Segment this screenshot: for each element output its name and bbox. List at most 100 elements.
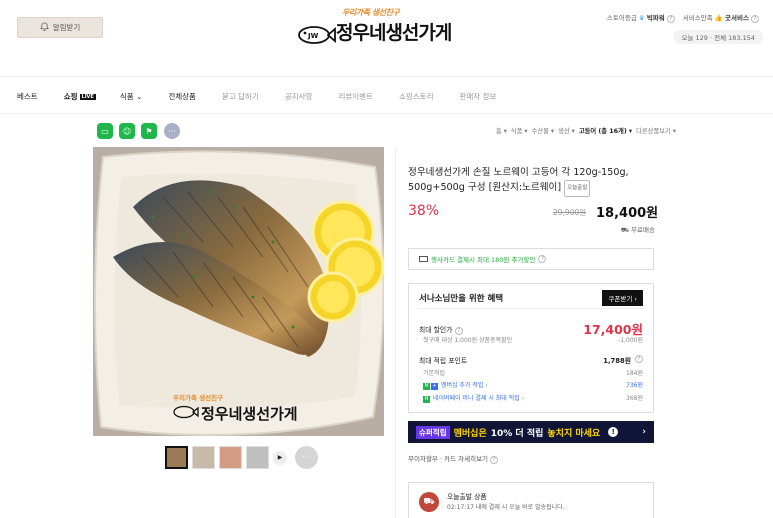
basic-points-value: 184원 <box>626 370 643 377</box>
thumbnail-4[interactable] <box>246 446 269 469</box>
today-ship-title: 오늘출발 상품 <box>447 493 487 501</box>
naverpay-points-label: 네이버페이 머니 결제 시 최대 적립 <box>432 395 520 402</box>
breadcrumb-fish[interactable]: 생선 ▾ <box>558 126 575 135</box>
column-divider <box>395 147 396 518</box>
share-talk-icon[interactable]: ▭ <box>97 123 113 139</box>
watermark-name: 정우네생선가게 <box>201 405 298 423</box>
nav-shopping-live[interactable]: 쇼핑 LIVE <box>64 91 96 102</box>
bell-icon <box>39 22 49 33</box>
store-grades: 스토어등급 ♛ 빅파워 ? 서비스만족 👍 굿서비스 ? <box>607 12 759 23</box>
membership-points-row[interactable]: N + 멤버십 추가 적립 › <box>423 380 488 390</box>
image-thumbnails: ▶ ··· <box>165 446 318 469</box>
chevron-right-icon: › <box>642 427 646 437</box>
product-photo <box>93 147 384 436</box>
more-thumbnails-icon[interactable]: ··· <box>295 446 318 469</box>
delivery-truck-icon: ⛟ <box>419 492 439 512</box>
service-label: 서비스만족 <box>682 14 713 22</box>
store-logo[interactable]: 우리가족 생선친구 JW 정우네생선가게 <box>296 6 476 50</box>
nav-review-event[interactable]: 리뷰이벤트 <box>338 91 373 102</box>
installment-info[interactable]: 무이자할부 · 카드 자세히보기 ? <box>408 453 499 464</box>
shipping-info: ⛟ 무료배송 <box>621 224 655 235</box>
card-promo-text: 행사카드 결제시 최대 180원 추가할인 <box>431 256 536 264</box>
original-price: 29,900원 <box>553 208 587 217</box>
breadcrumb-mackerel[interactable]: 고등어 (총 16개) ▾ <box>579 126 632 135</box>
installment-text: 무이자할부 · 카드 자세히보기 <box>408 455 489 463</box>
thumbs-up-icon: 👍 <box>714 14 723 22</box>
more-icon[interactable]: ··· <box>164 123 180 139</box>
points-value: 1,788원 <box>603 357 631 365</box>
breadcrumb-other[interactable]: 다른상품보기 ▾ <box>636 126 676 135</box>
header-divider <box>0 76 773 77</box>
chevron-down-icon: ⌄ <box>136 92 143 101</box>
bookmark-icon[interactable]: ⚑ <box>141 123 157 139</box>
breadcrumb: 홈 ▾ 식품 ▾ 수산물 ▾ 생선 ▾ 고등어 (총 16개) ▾ 다른상품보기… <box>496 126 676 135</box>
help-icon[interactable]: ? <box>666 15 675 23</box>
nav-food[interactable]: 식품 ⌄ <box>120 91 143 102</box>
naverpay-points-value: 368원 <box>626 395 643 402</box>
coupon-note: 첫구매 대상 1,000원 상품중복할인 <box>423 337 513 344</box>
benefit-box: 서나소님만을 위한 혜택 쿠폰받기 › 최대 할인가 ? 17,400원 첫구매… <box>408 283 654 413</box>
benefit-divider <box>419 308 644 309</box>
nav-shopping-label: 쇼핑 <box>63 92 78 101</box>
breadcrumb-food[interactable]: 식품 ▾ <box>511 126 528 135</box>
breadcrumb-home[interactable]: 홈 ▾ <box>496 126 507 135</box>
plus-icon: + <box>431 383 438 390</box>
thumbnail-3[interactable] <box>219 446 242 469</box>
nav-divider <box>0 113 773 114</box>
membership-points-value: 736원 <box>626 382 643 389</box>
visit-count: 오늘 129 · 전체 183,154 <box>673 30 763 44</box>
membership-banner[interactable]: 슈퍼적립 멤버십은 10% 더 적립 놓치지 마세요 ! › <box>408 421 654 443</box>
main-nav: 베스트 쇼핑 LIVE 식품 ⌄ 전체상품 묻고 답하기 공지사항 리뷰이벤트 쇼… <box>17 91 496 102</box>
banner-text-a: 멤버십은 <box>453 428 487 439</box>
nav-qna[interactable]: 묻고 답하기 <box>222 91 259 102</box>
help-icon[interactable]: ? <box>454 327 463 335</box>
help-icon[interactable]: ? <box>751 15 759 23</box>
notify-label: 알림받기 <box>52 23 81 32</box>
banner-text-c: 놓치지 마세요 <box>547 428 601 439</box>
nav-notice[interactable]: 공지사항 <box>285 91 313 102</box>
play-video-icon[interactable]: ▶ <box>273 450 287 465</box>
thumbnail-2[interactable] <box>192 446 215 469</box>
nav-best[interactable]: 베스트 <box>17 91 38 102</box>
shipping-label: 무료배송 <box>631 226 655 234</box>
info-icon: ! <box>608 427 619 437</box>
notify-button[interactable]: 알림받기 <box>17 17 103 38</box>
sale-price: 18,400원 <box>596 206 659 221</box>
help-icon[interactable]: ? <box>538 255 547 263</box>
product-title-text: 정우네생선가게 손질 노르웨이 고등어 각 120g-150g, 500g+50… <box>408 167 629 193</box>
help-icon[interactable]: ? <box>635 355 643 363</box>
watermark-slogan: 우리가족 생선친구 <box>173 394 224 402</box>
coupon-note-value: -1,000원 <box>618 337 643 344</box>
nav-shopping-story[interactable]: 쇼핑스토리 <box>399 91 434 102</box>
coupon-button[interactable]: 쿠폰받기 › <box>602 290 643 306</box>
benefit-title: 서나소님만을 위한 혜택 <box>419 294 504 304</box>
nav-all-products[interactable]: 전체상품 <box>168 91 196 102</box>
product-main-image[interactable]: 우리가족 생선친구 정우네생선가게 <box>93 147 384 436</box>
breadcrumb-seafood[interactable]: 수산물 ▾ <box>532 126 555 135</box>
super-points-chip: 슈퍼적립 <box>416 425 450 439</box>
service-value: 굿서비스 <box>725 14 749 22</box>
max-discount-label: 최대 할인가 ? <box>419 324 463 335</box>
nav-food-label: 식품 <box>119 92 134 101</box>
help-icon[interactable]: ? <box>490 456 499 464</box>
live-badge: LIVE <box>79 94 96 100</box>
crown-icon: ♛ <box>638 14 645 22</box>
nav-seller-info[interactable]: 판매자 정보 <box>459 91 496 102</box>
naver-n-icon: N <box>423 383 430 390</box>
coupon-label: 쿠폰받기 <box>608 295 633 303</box>
max-discount-text: 최대 할인가 <box>419 326 453 334</box>
thumbnail-1[interactable] <box>165 446 188 469</box>
store-grade-value: 빅파워 <box>646 14 665 22</box>
naverpay-points-row[interactable]: N 네이버페이 머니 결제 시 최대 적립 › <box>423 393 524 403</box>
card-icon <box>419 256 428 262</box>
discount-rate: 38% <box>408 203 440 219</box>
membership-points-label: 멤버십 추가 적립 <box>440 382 484 389</box>
today-ship-badge: 오늘출발 <box>564 180 591 197</box>
fish-logo-icon: JW <box>298 26 336 44</box>
points-label: 최대 적립 포인트 <box>419 357 468 365</box>
watermark-fish-icon <box>173 405 199 419</box>
store-grade-label: 스토어등급 <box>606 14 637 22</box>
share-friend-icon[interactable]: ☺ <box>119 123 135 139</box>
today-ship-deadline: 02:17:17 내에 결제 시 오늘 바로 발송됩니다. <box>447 504 565 511</box>
card-promo[interactable]: 행사카드 결제시 최대 180원 추가할인 ? <box>408 248 654 270</box>
